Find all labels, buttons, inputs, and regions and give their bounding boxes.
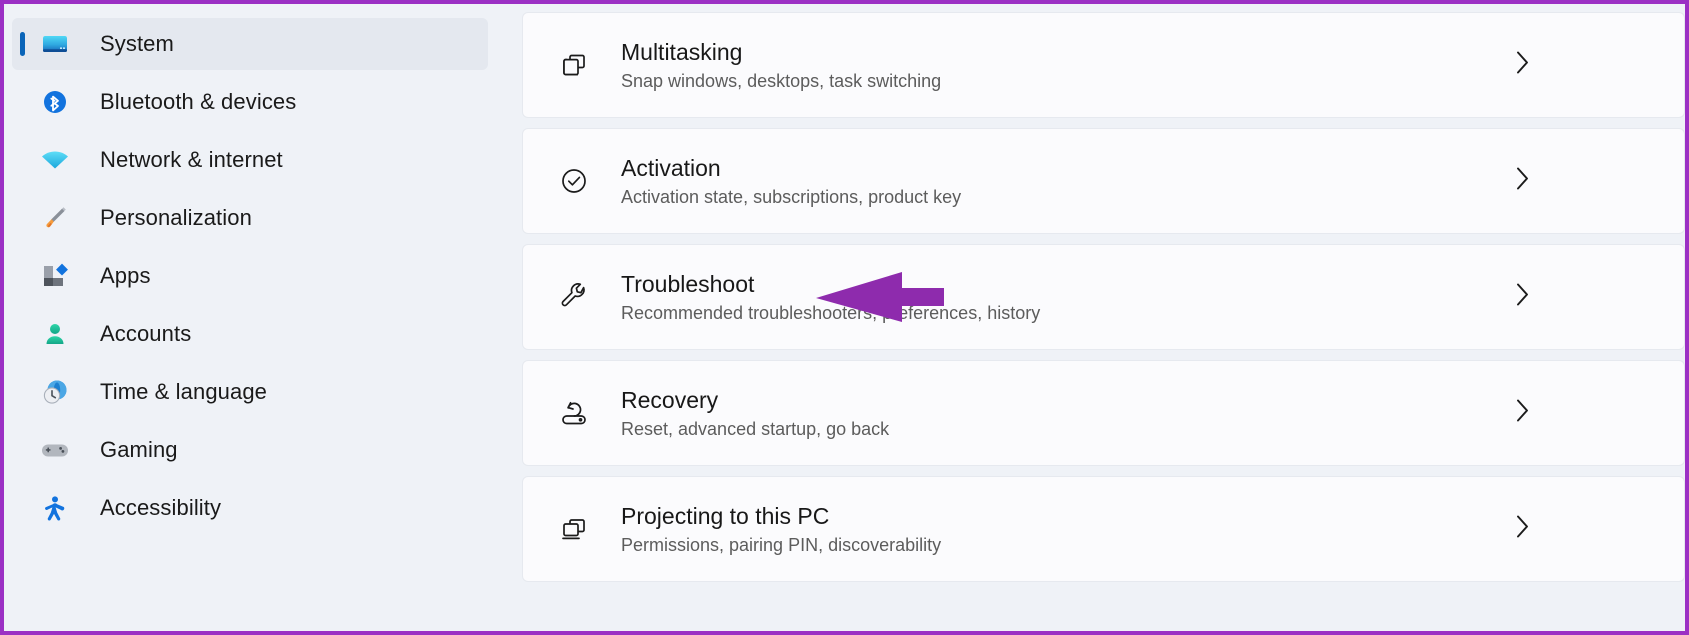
person-icon	[40, 319, 70, 349]
sidebar-item-accessibility[interactable]: Accessibility	[12, 482, 488, 534]
sidebar-item-time-language[interactable]: Time & language	[12, 366, 488, 418]
projecting-icon	[557, 512, 591, 546]
gamepad-icon	[40, 435, 70, 465]
sidebar-item-label: Apps	[100, 263, 151, 288]
wrench-icon	[557, 280, 591, 314]
sidebar-item-label: Gaming	[100, 437, 178, 462]
sidebar-item-apps[interactable]: Apps	[12, 250, 488, 302]
sidebar-item-accounts[interactable]: Accounts	[12, 308, 488, 360]
sidebar-item-label: Accessibility	[100, 495, 222, 520]
sidebar-item-gaming[interactable]: Gaming	[12, 424, 488, 476]
sidebar-item-bluetooth-devices[interactable]: Bluetooth & devices	[12, 76, 488, 128]
recovery-disk-icon	[557, 396, 591, 430]
sidebar-item-label: System	[100, 31, 174, 56]
settings-card-multitasking[interactable]: Multitasking Snap windows, desktops, tas…	[522, 12, 1685, 118]
settings-sidebar: System Bluetooth & devices Network & int…	[4, 4, 516, 631]
chevron-right-icon[interactable]	[1514, 280, 1532, 315]
sidebar-item-label: Personalization	[100, 205, 252, 230]
monitor-icon	[40, 29, 70, 59]
sidebar-item-personalization[interactable]: Personalization	[12, 192, 488, 244]
settings-card-activation[interactable]: Activation Activation state, subscriptio…	[522, 128, 1685, 234]
chevron-right-icon[interactable]	[1514, 48, 1532, 83]
selection-indicator	[20, 32, 25, 56]
settings-content-list: Multitasking Snap windows, desktops, tas…	[516, 4, 1685, 631]
sidebar-item-label: Network & internet	[100, 147, 283, 172]
paintbrush-icon	[40, 203, 70, 233]
settings-card-troubleshoot[interactable]: Troubleshoot Recommended troubleshooters…	[522, 244, 1685, 350]
screenshot-frame: System Bluetooth & devices Network & int…	[0, 0, 1689, 635]
chevron-right-icon[interactable]	[1514, 512, 1532, 547]
accessibility-icon	[40, 493, 70, 523]
sidebar-item-system[interactable]: System	[12, 18, 488, 70]
chevron-right-icon[interactable]	[1514, 164, 1532, 199]
clock-globe-icon	[40, 377, 70, 407]
sidebar-item-label: Bluetooth & devices	[100, 89, 297, 114]
check-circle-icon	[557, 164, 591, 198]
sidebar-item-label: Accounts	[100, 321, 192, 346]
wifi-icon	[40, 145, 70, 175]
multitasking-icon	[557, 48, 591, 82]
settings-app-window: System Bluetooth & devices Network & int…	[4, 4, 1685, 631]
bluetooth-icon	[40, 87, 70, 117]
settings-card-projecting-to-this-pc[interactable]: Projecting to this PC Permissions, pairi…	[522, 476, 1685, 582]
sidebar-item-label: Time & language	[100, 379, 268, 404]
apps-icon	[40, 261, 70, 291]
settings-card-recovery[interactable]: Recovery Reset, advanced startup, go bac…	[522, 360, 1685, 466]
sidebar-item-network-internet[interactable]: Network & internet	[12, 134, 488, 186]
chevron-right-icon[interactable]	[1514, 396, 1532, 431]
